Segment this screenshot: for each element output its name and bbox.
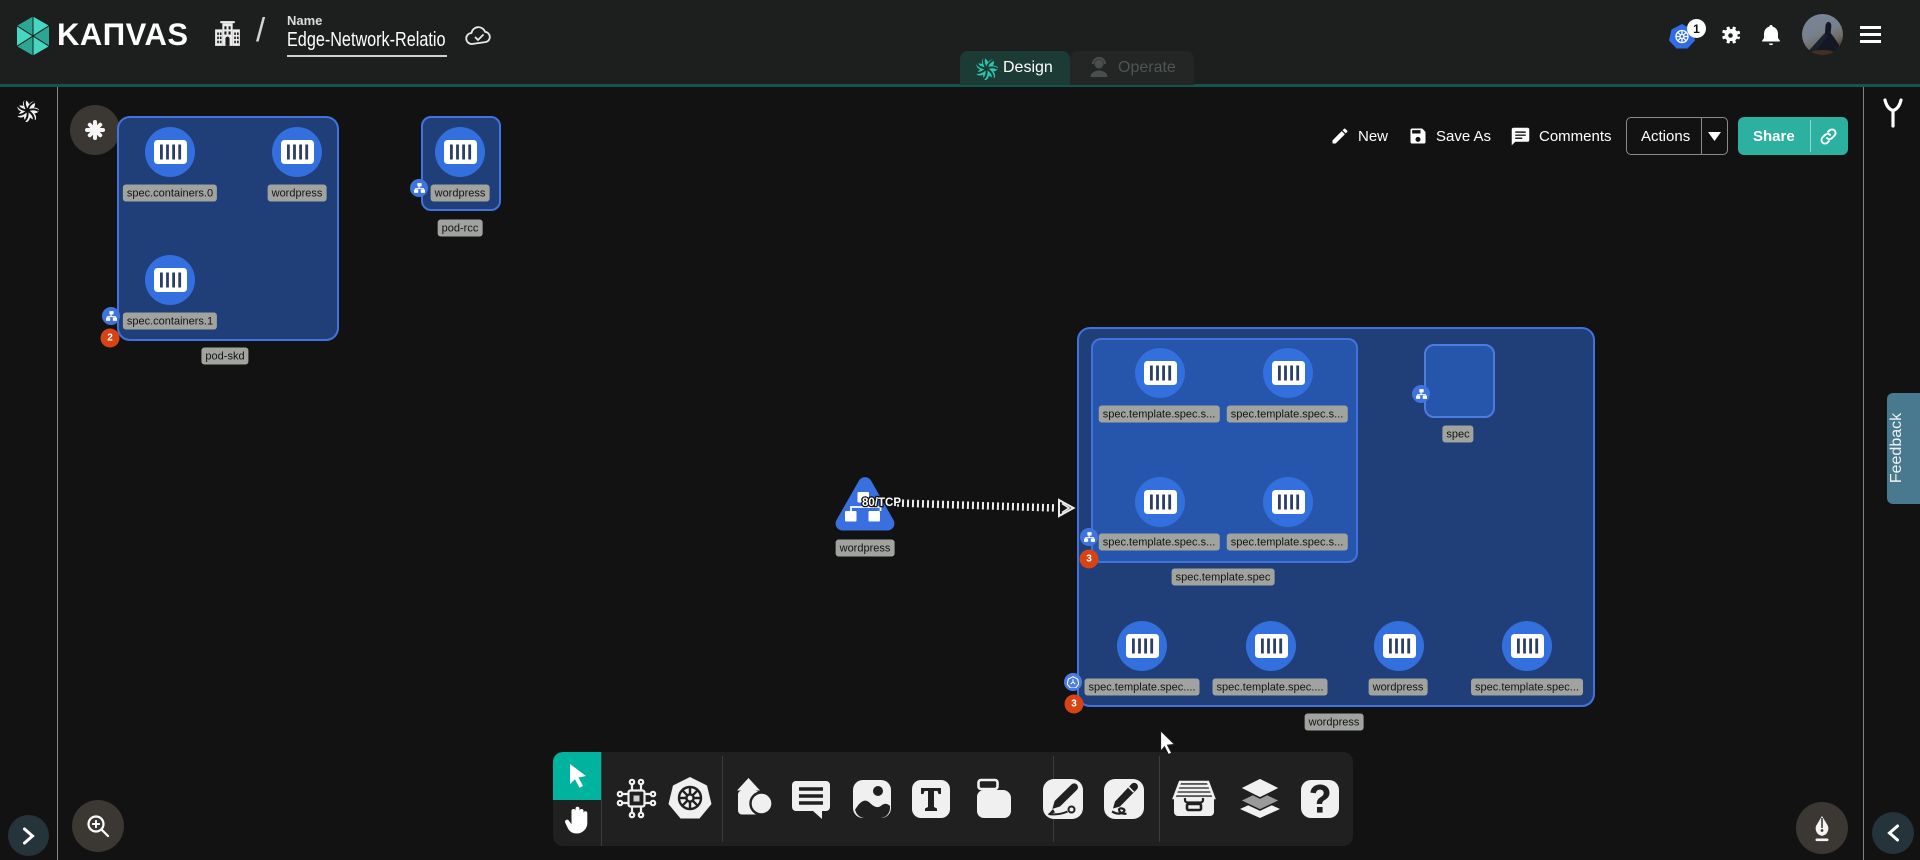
svg-text:80/TCP: 80/TCP	[862, 497, 901, 509]
